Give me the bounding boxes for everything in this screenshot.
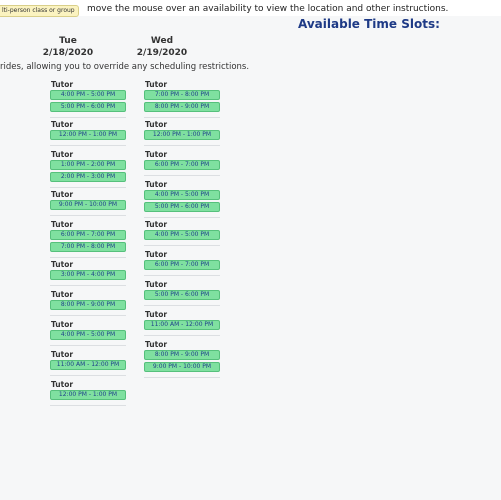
instructions-text: move the mouse over an availability to v… xyxy=(87,4,449,14)
override-note: rides, allowing you to override any sche… xyxy=(0,62,250,72)
time-slot-button[interactable]: 12:00 PM - 1:00 PM xyxy=(50,130,126,140)
tutor-label: Tutor xyxy=(145,80,168,89)
tutor-block: Tutor 4:00 PM - 5:00 PM xyxy=(144,220,220,246)
day-date: 2/19/2020 xyxy=(136,48,188,58)
time-slot-button[interactable]: 1:00 PM - 2:00 PM xyxy=(50,160,126,170)
tutor-block: Tutor 1:00 PM - 2:00 PM 2:00 PM - 3:00 PM xyxy=(50,150,126,188)
time-slot-button[interactable]: 4:00 PM - 5:00 PM xyxy=(50,330,126,340)
time-slot-button[interactable]: 5:00 PM - 6:00 PM xyxy=(144,290,220,300)
time-slot-button[interactable]: 8:00 PM - 9:00 PM xyxy=(144,102,220,112)
tutor-label: Tutor xyxy=(145,220,168,229)
tutor-label: Tutor xyxy=(145,340,168,349)
legend-multi-person-tag: lti-person class or group xyxy=(0,5,79,17)
time-slot-button[interactable]: 3:00 PM - 4:00 PM xyxy=(50,270,126,280)
tutor-block: Tutor 4:00 PM - 5:00 PM xyxy=(50,320,126,346)
tutor-label: Tutor xyxy=(51,190,74,199)
tutor-block: Tutor 4:00 PM - 5:00 PM 5:00 PM - 6:00 PM xyxy=(50,80,126,118)
tutor-label: Tutor xyxy=(51,260,74,269)
day-date: 2/18/2020 xyxy=(42,48,94,58)
tutor-block: Tutor 8:00 PM - 9:00 PM 9:00 PM - 10:00 PM xyxy=(144,340,220,378)
time-slot-button[interactable]: 5:00 PM - 6:00 PM xyxy=(144,202,220,212)
tutor-label: Tutor xyxy=(51,320,74,329)
time-slot-button[interactable]: 8:00 PM - 9:00 PM xyxy=(50,300,126,310)
tutor-block: Tutor 5:00 PM - 6:00 PM xyxy=(144,280,220,306)
day-header-tue: Tue 2/18/2020 xyxy=(32,35,104,59)
tutor-label: Tutor xyxy=(145,310,168,319)
tutor-block: Tutor 12:00 PM - 1:00 PM xyxy=(144,120,220,146)
tutor-label: Tutor xyxy=(51,80,74,89)
tutor-block: Tutor 8:00 PM - 9:00 PM xyxy=(50,290,126,316)
time-slot-button[interactable]: 6:00 PM - 7:00 PM xyxy=(144,260,220,270)
time-slot-button[interactable]: 7:00 PM - 8:00 PM xyxy=(50,242,126,252)
time-slot-button[interactable]: 2:00 PM - 3:00 PM xyxy=(50,172,126,182)
day-weekday: Tue xyxy=(59,36,77,46)
time-slot-button[interactable]: 6:00 PM - 7:00 PM xyxy=(50,230,126,240)
time-slot-button[interactable]: 5:00 PM - 6:00 PM xyxy=(50,102,126,112)
time-slot-button[interactable]: 8:00 PM - 9:00 PM xyxy=(144,350,220,360)
time-slot-button[interactable]: 12:00 PM - 1:00 PM xyxy=(50,390,126,400)
tutor-block: Tutor 12:00 PM - 1:00 PM xyxy=(50,380,126,406)
tutor-block: Tutor 6:00 PM - 7:00 PM 7:00 PM - 8:00 PM xyxy=(50,220,126,258)
time-slot-button[interactable]: 11:00 AM - 12:00 PM xyxy=(144,320,220,330)
tutor-block: Tutor 9:00 PM - 10:00 PM xyxy=(50,190,126,216)
tutor-label: Tutor xyxy=(51,380,74,389)
tutor-label: Tutor xyxy=(145,280,168,289)
time-slot-button[interactable]: 4:00 PM - 5:00 PM xyxy=(144,230,220,240)
tutor-block: Tutor 4:00 PM - 5:00 PM 5:00 PM - 6:00 PM xyxy=(144,180,220,218)
time-slot-button[interactable]: 12:00 PM - 1:00 PM xyxy=(144,130,220,140)
tutor-block: Tutor 11:00 AM - 12:00 PM xyxy=(144,310,220,336)
tutor-label: Tutor xyxy=(145,180,168,189)
time-slot-button[interactable]: 9:00 PM - 10:00 PM xyxy=(50,200,126,210)
time-slot-button[interactable]: 4:00 PM - 5:00 PM xyxy=(50,90,126,100)
tutor-label: Tutor xyxy=(145,250,168,259)
tutor-label: Tutor xyxy=(51,220,74,229)
tutor-block: Tutor 6:00 PM - 7:00 PM xyxy=(144,250,220,276)
time-slot-button[interactable]: 11:00 AM - 12:00 PM xyxy=(50,360,126,370)
tutor-label: Tutor xyxy=(51,150,74,159)
tutor-block: Tutor 12:00 PM - 1:00 PM xyxy=(50,120,126,146)
tutor-label: Tutor xyxy=(145,150,168,159)
day-header-wed: Wed 2/19/2020 xyxy=(126,35,198,59)
tutor-block: Tutor 7:00 PM - 8:00 PM 8:00 PM - 9:00 PM xyxy=(144,80,220,118)
time-slot-button[interactable]: 6:00 PM - 7:00 PM xyxy=(144,160,220,170)
tutor-block: Tutor 6:00 PM - 7:00 PM xyxy=(144,150,220,176)
tutor-label: Tutor xyxy=(51,350,74,359)
tutor-label: Tutor xyxy=(51,120,74,129)
time-slot-button[interactable]: 4:00 PM - 5:00 PM xyxy=(144,190,220,200)
time-slot-button[interactable]: 7:00 PM - 8:00 PM xyxy=(144,90,220,100)
available-slots-title: Available Time Slots: xyxy=(298,17,440,31)
day-weekday: Wed xyxy=(150,36,174,46)
tutor-block: Tutor 3:00 PM - 4:00 PM xyxy=(50,260,126,286)
tutor-label: Tutor xyxy=(145,120,168,129)
time-slot-button[interactable]: 9:00 PM - 10:00 PM xyxy=(144,362,220,372)
tutor-block: Tutor 11:00 AM - 12:00 PM xyxy=(50,350,126,376)
tutor-label: Tutor xyxy=(51,290,74,299)
